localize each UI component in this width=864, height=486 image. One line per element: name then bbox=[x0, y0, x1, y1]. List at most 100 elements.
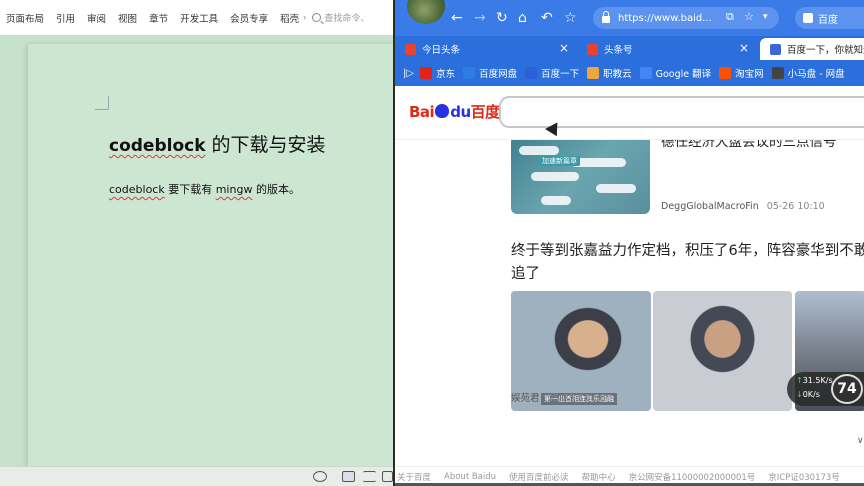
bookmark-baidu-netdisk[interactable]: 百度网盘 bbox=[463, 66, 517, 80]
logo-part-du: du bbox=[450, 103, 471, 121]
logo-part-baidu-cn: 百度 bbox=[470, 103, 501, 121]
sidebar-toggle-icon[interactable]: |▷ bbox=[403, 68, 414, 79]
forward-arrow-icon[interactable]: → bbox=[474, 9, 486, 27]
logo-part-bai: Bai bbox=[409, 103, 435, 121]
search-engine-label: 百度 bbox=[818, 14, 838, 26]
home-icon[interactable]: ⌂ bbox=[518, 9, 527, 27]
page-view-icon[interactable] bbox=[342, 471, 355, 482]
news-time: 05-25 18:56 bbox=[547, 393, 606, 404]
document-heading[interactable]: codeblock 的下载与安装 bbox=[109, 130, 326, 157]
bookmark-xiaomapan[interactable]: 小马盘 - 网盘 bbox=[771, 66, 845, 80]
tab-label: 头条号 bbox=[604, 45, 633, 56]
footer-link-about-en[interactable]: About Baidu bbox=[444, 472, 496, 482]
bookmark-label: 京东 bbox=[436, 69, 456, 80]
tab-baidu-active[interactable]: 百度一下，你就知道 bbox=[760, 38, 864, 60]
baidu-paw-icon bbox=[525, 67, 538, 79]
bookmark-zhijiaoyun[interactable]: 职教云 bbox=[587, 66, 632, 80]
ribbon-tab-view[interactable]: 视图 bbox=[118, 11, 137, 25]
baidu-netdisk-icon bbox=[463, 67, 476, 79]
ribbon-tab-review[interactable]: 审阅 bbox=[87, 11, 106, 25]
thumbnail-text: 加速新篇章 bbox=[539, 156, 580, 166]
bookmark-star-icon[interactable]: ☆ bbox=[744, 10, 754, 24]
ribbon-tab-references[interactable]: 引用 bbox=[56, 11, 75, 25]
news-meta: 娱苑君 05-25 18:56 bbox=[511, 390, 606, 404]
search-engine-box[interactable]: 百度 bbox=[795, 7, 864, 29]
news-meta: DeggGlobalMacroFin 05-26 10:10 bbox=[661, 201, 825, 212]
close-icon[interactable]: × bbox=[739, 41, 749, 55]
news-thumbnail[interactable]: 加速新篇章 bbox=[511, 140, 650, 214]
favorites-star-icon[interactable]: ☆ bbox=[564, 9, 577, 27]
taobao-icon bbox=[719, 67, 732, 79]
heading-rest: 的下载与安装 bbox=[205, 134, 326, 156]
body-word-mingw: mingw bbox=[215, 183, 253, 196]
footer-link-police-record[interactable]: 京公网安备11000002000001号 bbox=[629, 471, 756, 483]
reload-icon[interactable]: ↻ bbox=[496, 9, 508, 27]
bookmark-google-translate[interactable]: Google 翻译 bbox=[639, 66, 712, 80]
tab-toutiao[interactable]: 今日头条 × bbox=[395, 38, 577, 60]
body-text-1: 要下载有 bbox=[164, 183, 216, 196]
undo-close-tab-icon[interactable]: ↶ bbox=[541, 9, 553, 27]
news-time: 05-26 10:10 bbox=[766, 201, 825, 212]
footer-link-help[interactable]: 帮助中心 bbox=[582, 471, 616, 483]
ribbon-tab-chapter[interactable]: 章节 bbox=[149, 11, 168, 25]
baidu-favicon-icon bbox=[770, 43, 781, 55]
tab-label: 百度一下，你就知道 bbox=[787, 45, 864, 56]
bookmark-label: Google 翻译 bbox=[655, 69, 712, 80]
ribbon-tab-member[interactable]: 会员专享 bbox=[230, 11, 268, 25]
bookmark-taobao[interactable]: 淘宝网 bbox=[719, 66, 764, 80]
command-search[interactable]: 查找命令、 bbox=[312, 11, 369, 24]
chevron-down-icon[interactable]: ▾ bbox=[763, 10, 768, 24]
ribbon-tab-developer[interactable]: 开发工具 bbox=[180, 11, 218, 25]
close-icon[interactable]: × bbox=[559, 41, 569, 55]
bookmark-label: 百度网盘 bbox=[479, 69, 518, 80]
bookmark-baidu[interactable]: 百度一下 bbox=[525, 66, 579, 80]
eye-icon[interactable] bbox=[313, 471, 327, 482]
footer-link-terms[interactable]: 使用百度前必读 bbox=[509, 471, 569, 483]
outline-view-icon[interactable] bbox=[363, 471, 376, 482]
news-title[interactable]: 终于等到张嘉益力作定档，积压了6年，阵容豪华到不敢追了 bbox=[511, 240, 864, 286]
google-translate-icon bbox=[639, 67, 652, 79]
address-bar-url: https://www.baid... bbox=[618, 12, 712, 24]
footer-link-icp[interactable]: 京ICP证030173号 bbox=[768, 471, 840, 483]
qr-code-icon[interactable]: ⧉ bbox=[726, 10, 734, 24]
reading-mode-icon[interactable] bbox=[382, 471, 393, 482]
search-icon bbox=[312, 13, 322, 22]
ribbon-more-chevron-icon[interactable]: › bbox=[303, 13, 306, 22]
toutiao-favicon-icon bbox=[587, 43, 598, 55]
bubble-shape bbox=[531, 172, 579, 181]
bubble-shape bbox=[519, 146, 559, 155]
lock-icon bbox=[602, 10, 610, 23]
news-image[interactable] bbox=[653, 291, 792, 411]
footer-link-about[interactable]: 关于百度 bbox=[397, 471, 431, 483]
bookmark-label: 职教云 bbox=[603, 69, 632, 80]
ribbon-tab-docer[interactable]: 稻壳 bbox=[280, 11, 299, 25]
ribbon-tab-page-layout[interactable]: 页面布局 bbox=[6, 11, 44, 25]
chevron-down-icon[interactable]: ∨ bbox=[857, 436, 864, 446]
memory-percent: 74 bbox=[831, 374, 863, 404]
news-source[interactable]: 娱苑君 bbox=[511, 393, 540, 404]
browser-window: ← → ↻ ⌂ ↶ ☆ https://www.baid... ⧉ ☆ ▾ 百度… bbox=[393, 0, 864, 486]
tab-strip: 今日头条 × 头条号 × 百度一下，你就知道 bbox=[395, 36, 864, 60]
bookmark-jd[interactable]: 京东 bbox=[420, 66, 455, 80]
bubble-shape bbox=[596, 184, 636, 193]
document-page[interactable] bbox=[28, 44, 393, 468]
baidu-paw-icon bbox=[803, 13, 813, 23]
wps-writer-window: 页面布局 引用 审阅 视图 章节 开发工具 会员专享 稻壳 › 查找命令、 co… bbox=[0, 0, 393, 486]
document-paragraph[interactable]: codeblock 要下载有 mingw 的版本。 bbox=[109, 181, 300, 197]
jd-icon bbox=[420, 67, 433, 79]
profile-avatar[interactable] bbox=[407, 0, 445, 24]
arrow-up-icon: ↑ bbox=[796, 376, 803, 385]
news-source[interactable]: DeggGlobalMacroFin bbox=[661, 201, 759, 212]
bookmark-label: 小马盘 - 网盘 bbox=[787, 69, 845, 80]
zhijiaoyun-icon bbox=[587, 67, 600, 79]
news-title[interactable]: 德任经济大盘会议的三点信号 bbox=[661, 140, 837, 150]
baidu-header: Bai du百度 bbox=[395, 86, 864, 140]
tab-toutiaohao[interactable]: 头条号 × bbox=[577, 38, 757, 60]
baidu-logo[interactable]: Bai du百度 bbox=[409, 101, 500, 122]
margin-corner-mark bbox=[95, 96, 109, 110]
command-search-placeholder: 查找命令、 bbox=[324, 14, 370, 24]
bookmark-label: 淘宝网 bbox=[735, 69, 764, 80]
arrow-down-icon: ↓ bbox=[796, 390, 803, 399]
network-speed-widget[interactable]: ↑31.5K/s ↓0K/s 74 bbox=[787, 372, 864, 406]
back-arrow-icon[interactable]: ← bbox=[451, 9, 463, 27]
